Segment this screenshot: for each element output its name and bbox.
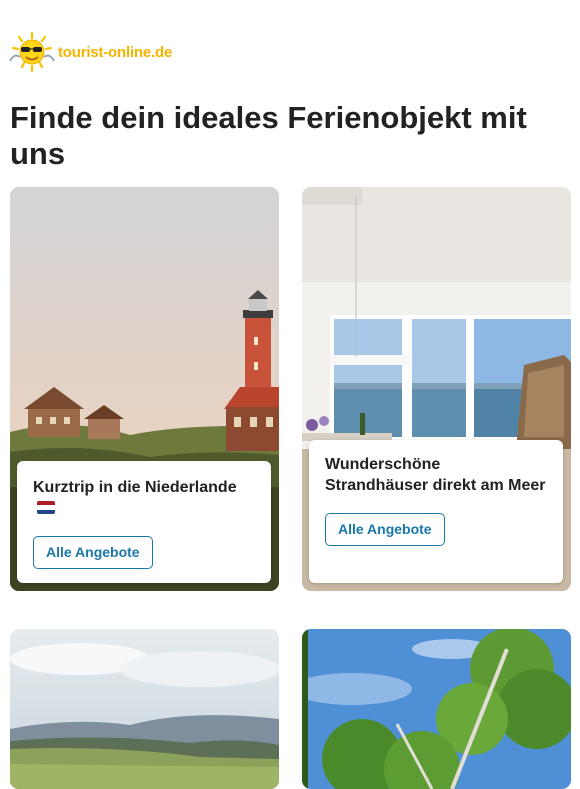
offer-card-nature[interactable] bbox=[302, 629, 571, 789]
page-title: Finde dein ideales Ferienobjekt mit uns bbox=[10, 100, 527, 171]
trees-photo bbox=[302, 629, 571, 789]
offer-card-landscape[interactable] bbox=[10, 629, 279, 789]
valley-landscape-photo bbox=[10, 629, 279, 789]
offer-title: Wunderschöne Strandhäuser direkt am Meer bbox=[325, 456, 546, 494]
offer-card-netherlands[interactable]: Kurztrip in die Niederlande Alle Angebot… bbox=[10, 187, 279, 591]
offer-title: Kurztrip in die Niederlande bbox=[33, 477, 255, 519]
sun-mascot-icon bbox=[9, 31, 55, 73]
offer-card-beach-houses[interactable]: Wunderschöne Strandhäuser direkt am Meer… bbox=[302, 187, 571, 591]
offer-info-box: Kurztrip in die Niederlande Alle Angebot… bbox=[17, 461, 271, 583]
offer-info-box: Wunderschöne Strandhäuser direkt am Meer… bbox=[309, 440, 563, 583]
all-offers-button[interactable]: Alle Angebote bbox=[325, 513, 445, 546]
site-logo[interactable]: tourist-online.de bbox=[8, 30, 172, 74]
netherlands-flag-icon bbox=[37, 501, 55, 514]
all-offers-button[interactable]: Alle Angebote bbox=[33, 536, 153, 569]
brand-name: tourist-online.de bbox=[58, 43, 173, 61]
